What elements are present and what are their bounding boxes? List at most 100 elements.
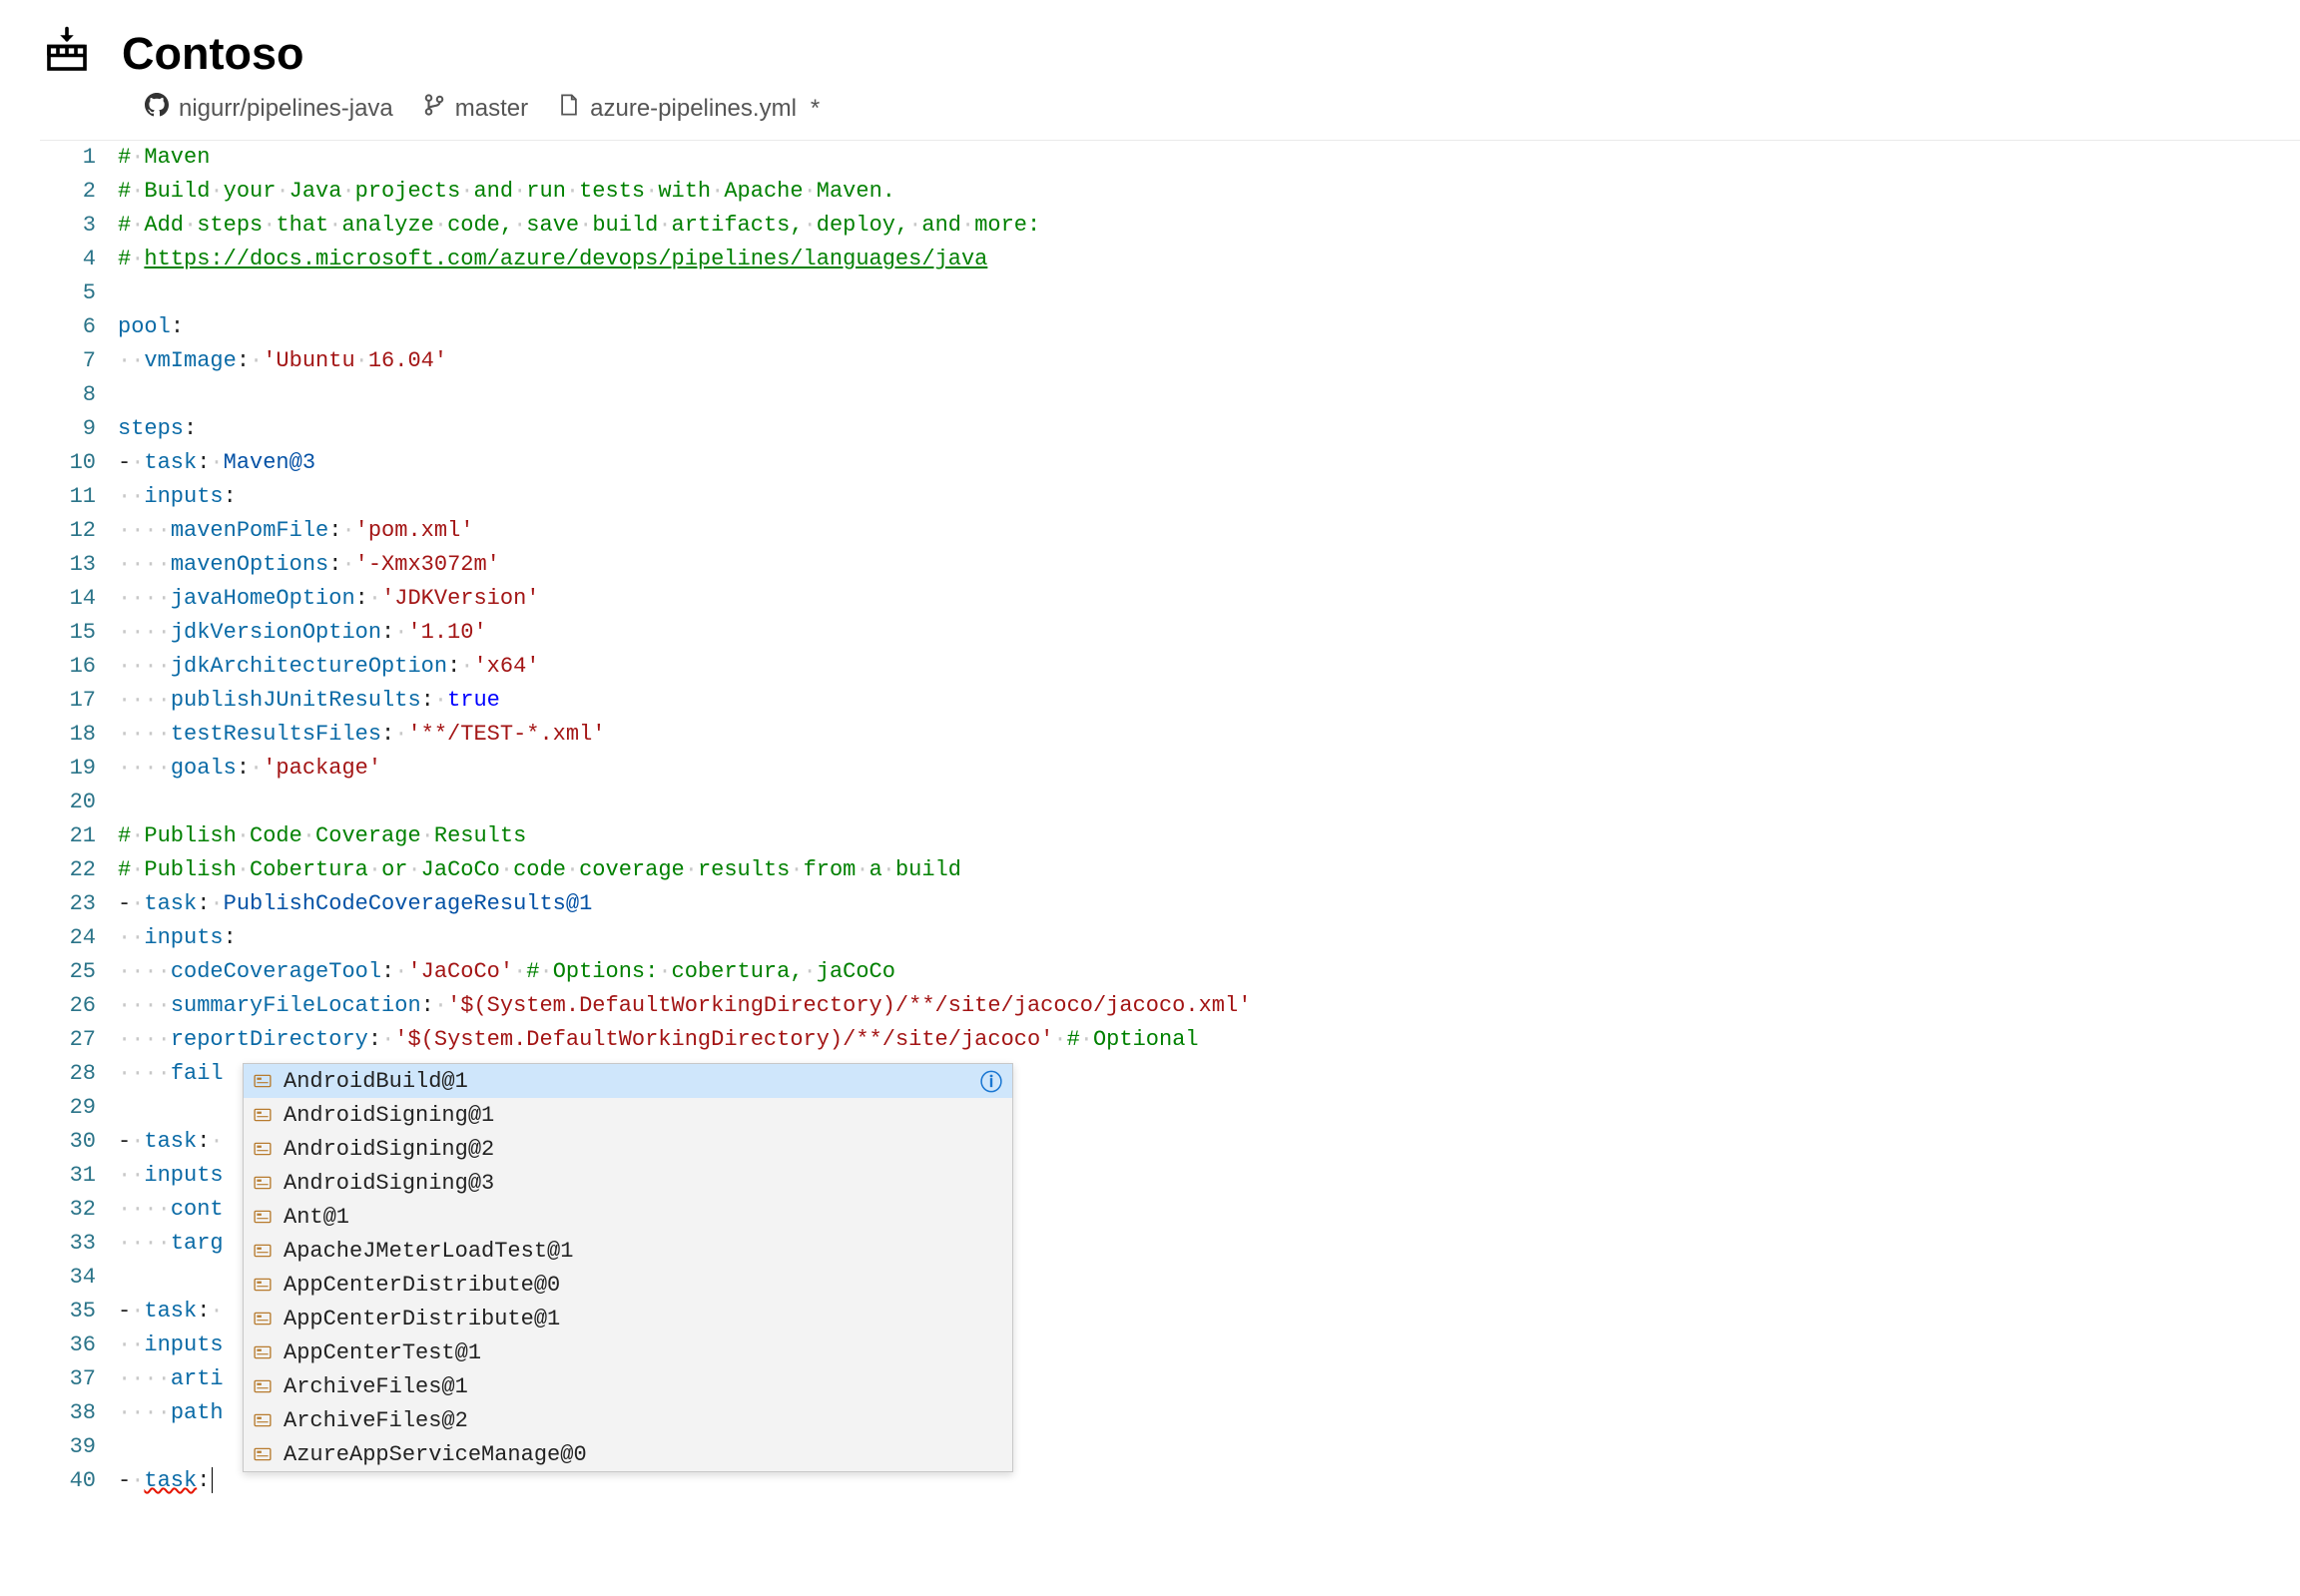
line-number: 8	[40, 378, 96, 412]
line-number: 3	[40, 209, 96, 243]
suggest-item[interactable]: ArchiveFiles@1	[244, 1369, 1012, 1403]
code-line[interactable]: ··inputs:	[118, 921, 2300, 955]
line-number: 6	[40, 310, 96, 344]
code-line[interactable]: ····javaHomeOption:·'JDKVersion'	[118, 582, 2300, 616]
suggest-item[interactable]: AndroidSigning@3	[244, 1166, 1012, 1200]
suggest-item[interactable]: AndroidSigning@1	[244, 1098, 1012, 1132]
code-line[interactable]: ····mavenOptions:·'-Xmx3072m'	[118, 548, 2300, 582]
code-line[interactable]: ··inputs:	[118, 480, 2300, 514]
azure-pipelines-icon	[40, 24, 94, 83]
module-icon	[254, 1276, 276, 1294]
line-number: 11	[40, 480, 96, 514]
code-line[interactable]: ····jdkArchitectureOption:·'x64'	[118, 650, 2300, 684]
code-line[interactable]	[118, 378, 2300, 412]
info-icon[interactable]: ⓘ	[980, 1065, 1002, 1097]
line-number: 25	[40, 955, 96, 989]
code-line[interactable]: ····testResultsFiles:·'**/TEST-*.xml'	[118, 718, 2300, 752]
module-icon	[254, 1343, 276, 1361]
code-line[interactable]: ····jdkVersionOption:·'1.10'	[118, 616, 2300, 650]
line-number: 38	[40, 1396, 96, 1430]
github-icon	[145, 93, 169, 124]
breadcrumb-repo-label: nigurr/pipelines-java	[179, 95, 393, 123]
code-line[interactable]: #·Build·your·Java·projects·and·run·tests…	[118, 175, 2300, 209]
line-number: 22	[40, 853, 96, 887]
line-number: 12	[40, 514, 96, 548]
suggest-label: AppCenterTest@1	[284, 1340, 481, 1365]
code-line[interactable]: ····reportDirectory:·'$(System.DefaultWo…	[118, 1023, 2300, 1057]
code-line[interactable]: #·Maven	[118, 141, 2300, 175]
line-number: 10	[40, 446, 96, 480]
module-icon	[254, 1377, 276, 1395]
code-line[interactable]: steps:	[118, 412, 2300, 446]
line-number: 2	[40, 175, 96, 209]
line-number: 18	[40, 718, 96, 752]
line-number: 17	[40, 684, 96, 718]
line-number: 5	[40, 276, 96, 310]
code-line[interactable]: ····summaryFileLocation:·'$(System.Defau…	[118, 989, 2300, 1023]
code-editor[interactable]: 1234567891011121314151617181920212223242…	[40, 140, 2300, 1498]
line-number: 35	[40, 1295, 96, 1329]
line-number: 30	[40, 1125, 96, 1159]
breadcrumb-branch[interactable]: master	[423, 94, 528, 123]
code-line[interactable]: #·https://docs.microsoft.com/azure/devop…	[118, 243, 2300, 276]
suggest-item[interactable]: AppCenterDistribute@1	[244, 1302, 1012, 1335]
line-number: 15	[40, 616, 96, 650]
code-line[interactable]: ····publishJUnitResults:·true	[118, 684, 2300, 718]
breadcrumb-file[interactable]: azure-pipelines.yml *	[558, 94, 820, 123]
line-number: 33	[40, 1227, 96, 1261]
breadcrumb-branch-label: master	[455, 95, 528, 123]
line-number: 36	[40, 1329, 96, 1362]
suggest-label: AzureAppServiceManage@0	[284, 1442, 587, 1467]
suggest-label: ApacheJMeterLoadTest@1	[284, 1239, 573, 1264]
line-number: 39	[40, 1430, 96, 1464]
suggest-item[interactable]: AndroidSigning@2	[244, 1132, 1012, 1166]
breadcrumb-repo[interactable]: nigurr/pipelines-java	[145, 93, 393, 124]
line-number: 27	[40, 1023, 96, 1057]
code-line[interactable]: pool:	[118, 310, 2300, 344]
line-number-gutter: 1234567891011121314151617181920212223242…	[40, 141, 118, 1498]
text-cursor	[212, 1467, 213, 1493]
line-number: 21	[40, 819, 96, 853]
suggest-label: AndroidSigning@3	[284, 1171, 494, 1196]
suggest-label: ArchiveFiles@1	[284, 1374, 468, 1399]
dirty-indicator: *	[811, 95, 820, 123]
suggest-item[interactable]: AppCenterTest@1	[244, 1335, 1012, 1369]
line-number: 32	[40, 1193, 96, 1227]
code-line[interactable]	[118, 276, 2300, 310]
line-number: 14	[40, 582, 96, 616]
suggest-item[interactable]: AndroidBuild@1ⓘ	[244, 1064, 1012, 1098]
code-line[interactable]: ····goals:·'package'	[118, 752, 2300, 786]
line-number: 24	[40, 921, 96, 955]
module-icon	[254, 1174, 276, 1192]
code-line[interactable]	[118, 786, 2300, 819]
module-icon	[254, 1411, 276, 1429]
code-line[interactable]: ····codeCoverageTool:·'JaCoCo'·#·Options…	[118, 955, 2300, 989]
line-number: 29	[40, 1091, 96, 1125]
breadcrumb-file-label: azure-pipelines.yml	[590, 95, 797, 123]
suggest-item[interactable]: Ant@1	[244, 1200, 1012, 1234]
code-line[interactable]: #·Publish·Code·Coverage·Results	[118, 819, 2300, 853]
code-line[interactable]: ····mavenPomFile:·'pom.xml'	[118, 514, 2300, 548]
code-line[interactable]: #·Publish·Cobertura·or·JaCoCo·code·cover…	[118, 853, 2300, 887]
code-line[interactable]: -·task:·Maven@3	[118, 446, 2300, 480]
org-name[interactable]: Contoso	[122, 28, 303, 80]
suggest-label: AppCenterDistribute@0	[284, 1273, 560, 1298]
code-area[interactable]: #·Maven#·Build·your·Java·projects·and·ru…	[118, 141, 2300, 1498]
suggest-label: ArchiveFiles@2	[284, 1408, 468, 1433]
line-number: 13	[40, 548, 96, 582]
line-number: 26	[40, 989, 96, 1023]
code-line[interactable]: ··vmImage:·'Ubuntu·16.04'	[118, 344, 2300, 378]
intellisense-popup[interactable]: AndroidBuild@1ⓘAndroidSigning@1AndroidSi…	[243, 1063, 1013, 1472]
breadcrumb: nigurr/pipelines-java master azure-pipel…	[0, 93, 2300, 140]
suggest-item[interactable]: AzureAppServiceManage@0	[244, 1437, 1012, 1471]
suggest-item[interactable]: ApacheJMeterLoadTest@1	[244, 1234, 1012, 1268]
module-icon	[254, 1106, 276, 1124]
code-line[interactable]: #·Add·steps·that·analyze·code,·save·buil…	[118, 209, 2300, 243]
file-icon	[558, 94, 580, 123]
code-line[interactable]: -·task:·PublishCodeCoverageResults@1	[118, 887, 2300, 921]
suggest-item[interactable]: AppCenterDistribute@0	[244, 1268, 1012, 1302]
suggest-item[interactable]: ArchiveFiles@2	[244, 1403, 1012, 1437]
module-icon	[254, 1208, 276, 1226]
line-number: 1	[40, 141, 96, 175]
module-icon	[254, 1140, 276, 1158]
